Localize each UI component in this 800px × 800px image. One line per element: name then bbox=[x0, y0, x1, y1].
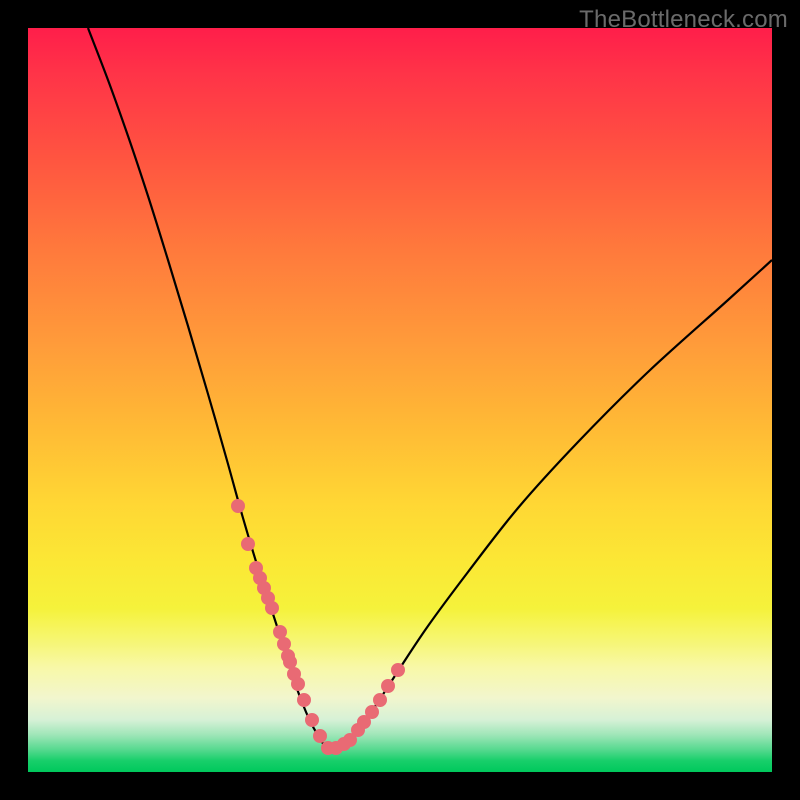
highlight-dot bbox=[278, 638, 291, 651]
highlight-dot bbox=[298, 694, 311, 707]
plot-svg bbox=[28, 28, 772, 772]
highlight-dot bbox=[382, 680, 395, 693]
highlight-dot bbox=[242, 538, 255, 551]
bottleneck-curve bbox=[88, 28, 772, 749]
chart-area bbox=[28, 28, 772, 772]
highlight-dot bbox=[292, 678, 305, 691]
highlight-dots-group bbox=[232, 500, 405, 755]
highlight-dot bbox=[314, 730, 327, 743]
highlight-dot bbox=[392, 664, 405, 677]
highlight-dot bbox=[306, 714, 319, 727]
highlight-dot bbox=[266, 602, 279, 615]
highlight-dot bbox=[374, 694, 387, 707]
highlight-dot bbox=[284, 656, 297, 669]
watermark-text: TheBottleneck.com bbox=[579, 6, 788, 34]
highlight-dot bbox=[366, 706, 379, 719]
highlight-dot bbox=[274, 626, 287, 639]
highlight-dot bbox=[232, 500, 245, 513]
